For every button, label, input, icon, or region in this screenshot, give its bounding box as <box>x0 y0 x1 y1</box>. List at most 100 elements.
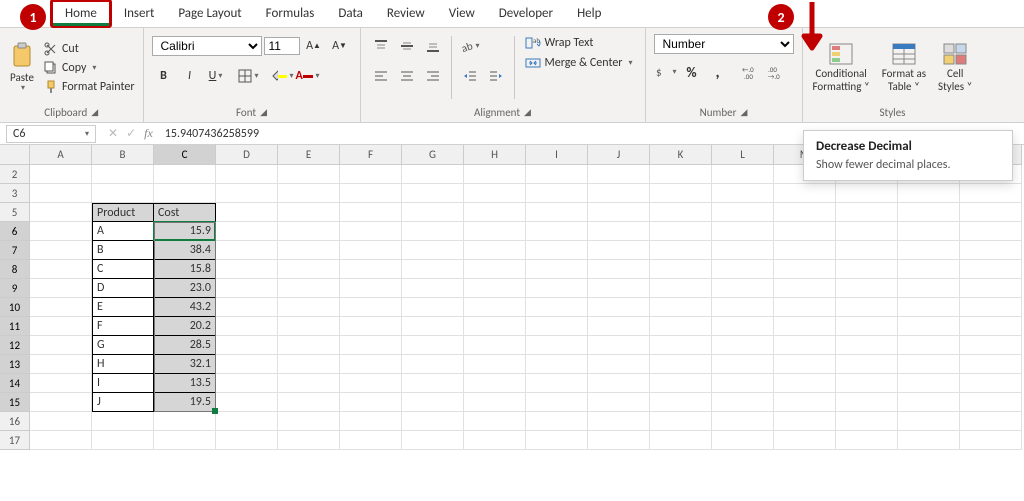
cell[interactable] <box>340 412 402 431</box>
cell[interactable] <box>278 355 340 374</box>
cell[interactable] <box>402 241 464 260</box>
cell[interactable] <box>650 279 712 298</box>
cell[interactable] <box>960 336 1022 355</box>
tab-help[interactable]: Help <box>565 2 613 25</box>
cell[interactable] <box>278 165 340 184</box>
cell[interactable] <box>30 336 92 355</box>
cell[interactable] <box>588 431 650 450</box>
cell[interactable] <box>464 184 526 203</box>
cell[interactable]: 28.5 <box>154 336 216 355</box>
cell[interactable] <box>340 165 402 184</box>
cell[interactable] <box>340 203 402 222</box>
cell[interactable] <box>960 355 1022 374</box>
cell[interactable] <box>588 165 650 184</box>
cell[interactable] <box>402 393 464 412</box>
format-as-table-button[interactable]: Format asTable ˅ <box>876 30 932 105</box>
cell[interactable] <box>278 336 340 355</box>
cell[interactable] <box>712 279 774 298</box>
row-header-15[interactable]: 15 <box>0 393 30 412</box>
row-header-6[interactable]: 6 <box>0 222 30 241</box>
tab-review[interactable]: Review <box>375 2 437 25</box>
cell[interactable] <box>278 412 340 431</box>
col-header-D[interactable]: D <box>216 145 278 165</box>
col-header-E[interactable]: E <box>278 145 340 165</box>
cell[interactable] <box>960 412 1022 431</box>
cell[interactable] <box>464 412 526 431</box>
cell[interactable] <box>526 222 588 241</box>
cell[interactable]: F <box>92 317 154 336</box>
cell-styles-button[interactable]: CellStyles ˅ <box>932 30 978 105</box>
row-header-14[interactable]: 14 <box>0 374 30 393</box>
cell[interactable] <box>712 260 774 279</box>
cell[interactable] <box>154 431 216 450</box>
cell[interactable] <box>526 393 588 412</box>
cell[interactable]: D <box>92 279 154 298</box>
dialog-launcher-icon[interactable]: ◢ <box>260 107 267 118</box>
grid[interactable]: 23567891011121314151617 ABCDEFGHIJKLMNOP… <box>0 145 1024 501</box>
cell[interactable] <box>836 317 898 336</box>
percent-button[interactable]: % <box>680 60 704 84</box>
accounting-format-button[interactable]: $▾ <box>654 60 678 84</box>
cell[interactable] <box>402 184 464 203</box>
cell[interactable] <box>30 184 92 203</box>
row-header-9[interactable]: 9 <box>0 279 30 298</box>
cell[interactable] <box>774 184 836 203</box>
wrap-text-button[interactable]: ab Wrap Text <box>521 34 637 52</box>
col-header-H[interactable]: H <box>464 145 526 165</box>
cell[interactable] <box>712 184 774 203</box>
cell[interactable] <box>960 431 1022 450</box>
cell[interactable] <box>836 374 898 393</box>
cell[interactable] <box>650 298 712 317</box>
increase-indent-button[interactable] <box>484 64 508 88</box>
cell[interactable] <box>402 317 464 336</box>
paste-button[interactable]: Paste ▾ <box>4 30 40 105</box>
font-size-input[interactable] <box>264 37 300 55</box>
name-box[interactable]: C6▾ <box>6 125 96 143</box>
cell[interactable] <box>92 412 154 431</box>
row-header-7[interactable]: 7 <box>0 241 30 260</box>
cell[interactable] <box>774 260 836 279</box>
cell[interactable] <box>774 412 836 431</box>
cell[interactable] <box>650 184 712 203</box>
cell[interactable] <box>92 184 154 203</box>
cell[interactable] <box>960 317 1022 336</box>
cell[interactable] <box>836 184 898 203</box>
cell[interactable] <box>588 203 650 222</box>
cell[interactable]: G <box>92 336 154 355</box>
cell[interactable] <box>216 317 278 336</box>
cell[interactable] <box>402 336 464 355</box>
font-color-button[interactable]: A▾ <box>296 64 320 88</box>
cell[interactable] <box>526 184 588 203</box>
cell[interactable] <box>836 241 898 260</box>
cell[interactable] <box>526 260 588 279</box>
cell[interactable] <box>836 260 898 279</box>
cell[interactable] <box>898 393 960 412</box>
cell[interactable] <box>30 431 92 450</box>
cell[interactable] <box>712 298 774 317</box>
row-header-8[interactable]: 8 <box>0 260 30 279</box>
cell[interactable]: 15.8 <box>154 260 216 279</box>
dialog-launcher-icon[interactable]: ◢ <box>740 107 747 118</box>
cell[interactable] <box>588 317 650 336</box>
cell[interactable]: Cost <box>154 203 216 222</box>
cell[interactable] <box>216 184 278 203</box>
row-header-13[interactable]: 13 <box>0 355 30 374</box>
align-middle-button[interactable] <box>395 34 419 58</box>
cell[interactable] <box>216 222 278 241</box>
cell[interactable] <box>836 393 898 412</box>
cell[interactable] <box>898 374 960 393</box>
col-header-C[interactable]: C <box>154 145 216 165</box>
cell[interactable] <box>712 336 774 355</box>
row-header-2[interactable]: 2 <box>0 165 30 184</box>
cell[interactable] <box>650 431 712 450</box>
cell[interactable] <box>526 279 588 298</box>
cell[interactable] <box>836 355 898 374</box>
cell[interactable]: C <box>92 260 154 279</box>
cell[interactable] <box>588 222 650 241</box>
underline-button[interactable]: U▾ <box>204 64 228 88</box>
cell[interactable] <box>712 222 774 241</box>
cell[interactable] <box>402 279 464 298</box>
cell[interactable] <box>650 260 712 279</box>
tab-formulas[interactable]: Formulas <box>254 2 327 25</box>
col-header-F[interactable]: F <box>340 145 402 165</box>
